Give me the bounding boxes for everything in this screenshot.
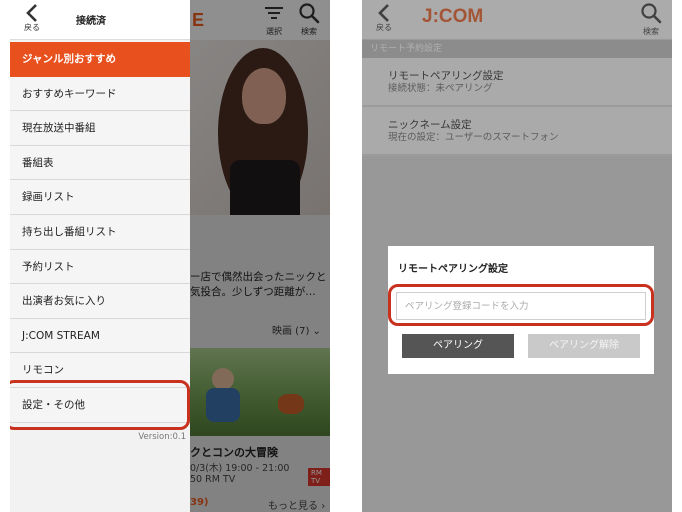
right-phone-screen: 戻る J:COM 検索 リモート予約設定 リモートペアリング設定 接続状態：未ペ…: [362, 0, 672, 512]
menu-item-now-airing[interactable]: 現在放送中番組: [10, 111, 190, 146]
menu-item-genre-recommend[interactable]: ジャンル別おすすめ: [10, 42, 190, 77]
version-label: Version:0.1: [138, 432, 186, 442]
unpair-button[interactable]: ペアリング解除: [528, 334, 640, 358]
drawer-header: 戻る 接続済: [10, 0, 190, 40]
menu-item-favorite-performers[interactable]: 出演者お気に入り: [10, 284, 190, 319]
menu-item-jcom-stream[interactable]: J:COM STREAM: [10, 318, 190, 354]
menu-item-recording-list[interactable]: 録画リスト: [10, 180, 190, 215]
navigation-drawer: 戻る 接続済 ジャンル別おすすめ おすすめキーワード 現在放送中番組 番組表 録…: [10, 0, 190, 512]
back-arrow-icon: [26, 4, 37, 22]
connection-status-title: 接続済: [76, 16, 106, 27]
pair-button[interactable]: ペアリング: [402, 334, 514, 358]
drawer-scrim[interactable]: [190, 0, 330, 512]
drawer-menu: ジャンル別おすすめ おすすめキーワード 現在放送中番組 番組表 録画リスト 持ち…: [10, 42, 190, 423]
menu-item-recommend-keyword[interactable]: おすすめキーワード: [10, 76, 190, 112]
settings-highlight-frame: [10, 380, 190, 430]
input-highlight-frame: [388, 284, 654, 326]
menu-item-takeout-list[interactable]: 持ち出し番組リスト: [10, 214, 190, 250]
menu-item-program-guide[interactable]: 番組表: [10, 145, 190, 181]
menu-item-reservation-list[interactable]: 予約リスト: [10, 249, 190, 285]
dialog-title: リモートペアリング設定: [398, 264, 508, 275]
back-label: 戻る: [24, 23, 40, 32]
left-phone-screen: E 選択 検索 ー店で偶然出会ったニックと気投合。少しずつ距離が… 映画 (7)…: [10, 0, 330, 512]
back-button[interactable]: 戻る: [16, 2, 48, 38]
